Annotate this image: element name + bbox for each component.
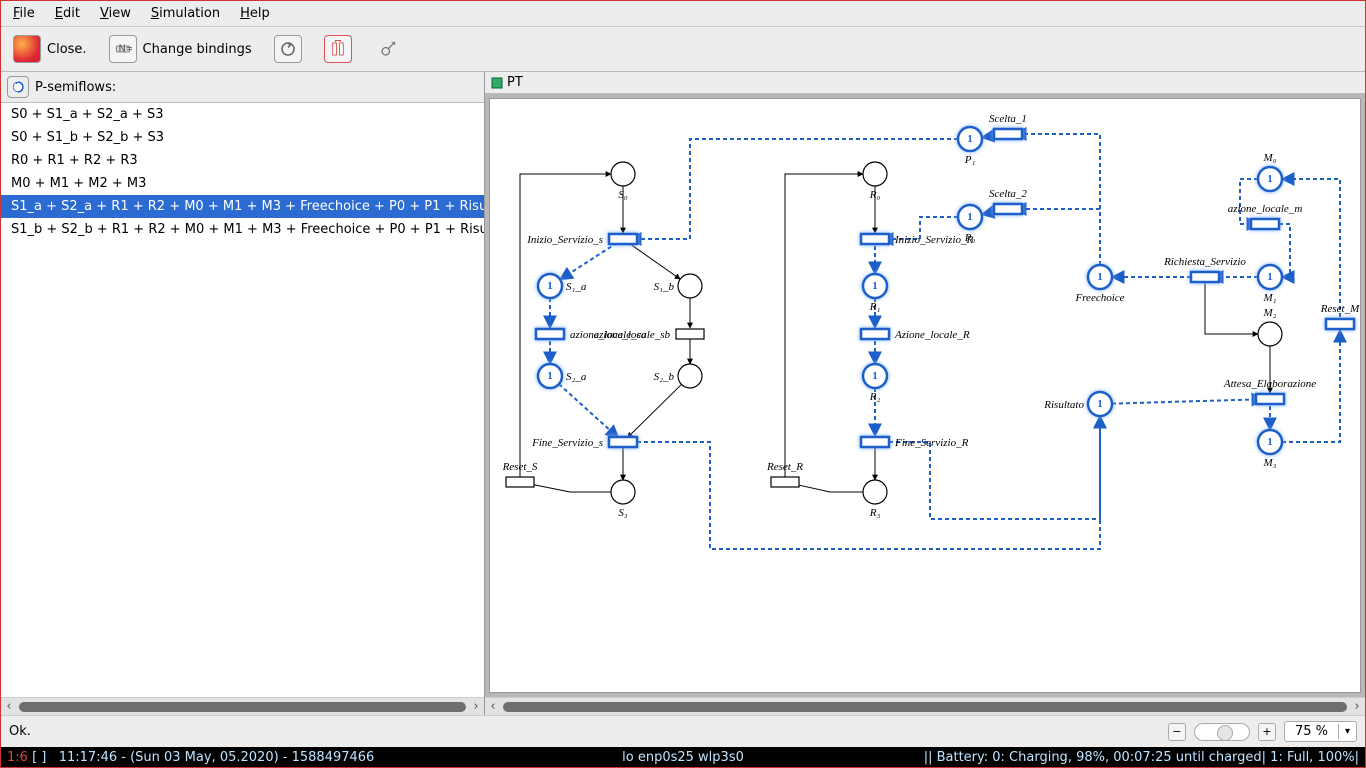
menu-edit[interactable]: Edit [49, 4, 86, 23]
list-item[interactable]: S0 + S1_b + S2_b + S3 [1, 126, 484, 149]
os-left: [ ] 11:17:46 - (Sun 03 May, 05.2020) - 1… [32, 750, 374, 765]
menu-help[interactable]: Help [234, 4, 276, 23]
svg-text:Reset_M: Reset_M [1320, 303, 1360, 315]
svg-text:Attesa_Elaborazione: Attesa_Elaborazione [1223, 378, 1316, 390]
svg-text:1: 1 [872, 280, 878, 292]
change-bindings-label: Change bindings [143, 42, 252, 57]
list-item[interactable]: S1_a + S2_a + R1 + R2 + M0 + M1 + M3 + F… [1, 195, 484, 218]
close-label: Close. [47, 42, 87, 57]
change-bindings-button[interactable]: N=√ Change bindings [109, 35, 252, 63]
svg-text:1: 1 [872, 370, 878, 382]
canvas-tab-bar: PT [485, 72, 1365, 94]
scroll-left-icon[interactable]: ‹ [485, 699, 501, 714]
swap-icon[interactable] [324, 35, 352, 63]
os-status-bar: 1:6 [ ] 11:17:46 - (Sun 03 May, 05.2020)… [1, 747, 1365, 767]
svg-text:Richiesta_Servizio: Richiesta_Servizio [1163, 256, 1246, 268]
zoom-slider[interactable] [1194, 723, 1250, 741]
svg-text:1: 1 [1267, 271, 1273, 283]
zoom-combo[interactable]: 75 % ▾ [1284, 721, 1357, 742]
scroll-right-icon[interactable]: › [468, 699, 484, 714]
svg-text:R₂: R₂ [869, 391, 881, 403]
svg-text:1: 1 [547, 280, 553, 292]
canvas[interactable]: Inizio_Servizio_sazione_locale_saazione_… [489, 98, 1361, 693]
refresh-icon[interactable] [274, 35, 302, 63]
list-item[interactable]: M0 + M1 + M2 + M3 [1, 172, 484, 195]
svg-text:P₀: P₀ [964, 232, 976, 244]
svg-text:Fine_Servizio_R: Fine_Servizio_R [894, 437, 969, 449]
right-pane: PT Inizio_Servizio_sazione_locale_saazio… [485, 72, 1365, 715]
bindings-icon: N=√ [109, 35, 137, 63]
scroll-right-icon[interactable]: › [1349, 699, 1365, 714]
pt-tab-label[interactable]: PT [507, 75, 523, 90]
svg-text:azione_locale_sb: azione_locale_sb [594, 329, 671, 341]
svg-text:1: 1 [1097, 271, 1103, 283]
svg-text:R₀: R₀ [869, 189, 881, 201]
toolbar: Close. N=√ Change bindings [1, 27, 1365, 72]
svg-text:1: 1 [1267, 173, 1273, 185]
svg-text:R₁: R₁ [869, 301, 881, 313]
scroll-left-icon[interactable]: ‹ [1, 699, 17, 714]
semiflow-list: S0 + S1_a + S2_a + S3S0 + S1_b + S2_b + … [1, 103, 484, 697]
svg-text:Reset_R: Reset_R [766, 461, 803, 473]
svg-text:S₃: S₃ [618, 507, 628, 519]
svg-text:Scelta_2: Scelta_2 [989, 188, 1027, 200]
pt-tab-icon [491, 77, 503, 89]
svg-text:Inizio_Servizio_s: Inizio_Servizio_s [526, 234, 603, 246]
svg-text:Freechoice: Freechoice [1074, 292, 1124, 304]
svg-text:S₁_b: S₁_b [654, 281, 675, 293]
measure-icon[interactable] [374, 35, 402, 63]
svg-text:1: 1 [967, 211, 973, 223]
chevron-down-icon[interactable]: ▾ [1338, 724, 1356, 739]
svg-text:1: 1 [1097, 398, 1103, 410]
svg-text:1: 1 [1267, 436, 1273, 448]
menu-bar: File Edit View Simulation Help [1, 1, 1365, 27]
svg-text:M₃: M₃ [1263, 457, 1277, 469]
zoom-value: 75 % [1285, 722, 1338, 741]
close-icon [13, 35, 41, 63]
svg-text:Risultato: Risultato [1043, 399, 1084, 411]
svg-text:Azione_locale_R: Azione_locale_R [894, 329, 970, 341]
svg-text:Reset_S: Reset_S [502, 461, 538, 473]
canvas-hscroll[interactable]: ‹ › [485, 697, 1365, 715]
close-button[interactable]: Close. [13, 35, 87, 63]
left-pane-title: P-semiflows: [35, 80, 116, 95]
svg-text:S₀: S₀ [618, 189, 628, 201]
svg-text:Scelta_1: Scelta_1 [989, 113, 1027, 125]
left-hscroll[interactable]: ‹ › [1, 697, 484, 715]
os-net: lo enp0s25 wlp3s0 [622, 750, 744, 765]
menu-simulation[interactable]: Simulation [145, 4, 226, 23]
main-split: P-semiflows: S0 + S1_a + S2_a + S3S0 + S… [1, 72, 1365, 715]
svg-text:M₂: M₂ [1263, 307, 1277, 319]
svg-text:M₁: M₁ [1263, 292, 1277, 304]
zoom-in-button[interactable]: + [1258, 723, 1276, 741]
svg-text:P₁: P₁ [964, 154, 976, 166]
p-semiflow-icon [7, 76, 29, 98]
svg-text:1: 1 [547, 370, 553, 382]
svg-text:S₂_b: S₂_b [654, 371, 675, 383]
svg-text:M₀: M₀ [1263, 152, 1277, 164]
scroll-track[interactable] [503, 702, 1347, 712]
menu-file[interactable]: File [7, 4, 41, 23]
svg-text:Fine_Servizio_s: Fine_Servizio_s [531, 437, 603, 449]
list-item[interactable]: S1_b + S2_b + R1 + R2 + M0 + M1 + M3 + F… [1, 218, 484, 241]
list-item[interactable]: R0 + R1 + R2 + R3 [1, 149, 484, 172]
svg-text:N=√: N=√ [118, 43, 132, 54]
svg-text:1: 1 [967, 133, 973, 145]
status-text: Ok. [9, 724, 31, 739]
left-pane-header: P-semiflows: [1, 72, 484, 103]
status-bar: Ok. − + 75 % ▾ [1, 715, 1365, 747]
petri-net-diagram: Inizio_Servizio_sazione_locale_saazione_… [490, 99, 1361, 669]
os-battery: || Battery: 0: Charging, 98%, 00:07:25 u… [924, 750, 1359, 765]
svg-text:azione_locale_m: azione_locale_m [1228, 203, 1303, 215]
zoom-out-button[interactable]: − [1168, 723, 1186, 741]
os-workspace: 1:6 [7, 750, 28, 765]
svg-text:R₃: R₃ [869, 507, 881, 519]
svg-text:S₁_a: S₁_a [566, 281, 587, 293]
svg-text:S₂_a: S₂_a [566, 371, 587, 383]
scroll-track[interactable] [19, 702, 466, 712]
svg-text:Inizio_Servizio_R: Inizio_Servizio_R [894, 234, 973, 246]
left-pane: P-semiflows: S0 + S1_a + S2_a + S3S0 + S… [1, 72, 485, 715]
list-item[interactable]: S0 + S1_a + S2_a + S3 [1, 103, 484, 126]
menu-view[interactable]: View [94, 4, 137, 23]
